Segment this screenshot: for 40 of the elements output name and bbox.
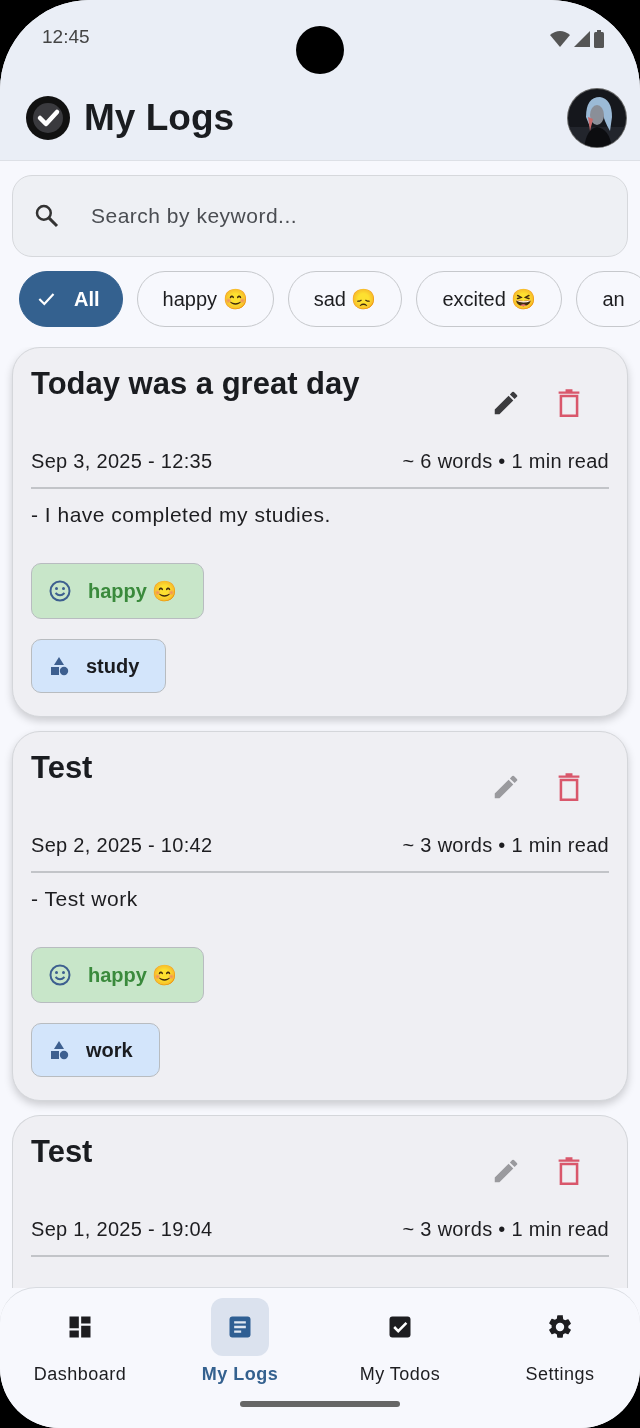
log-body: - I have completed my studies. (31, 503, 332, 527)
battery-icon (594, 30, 604, 48)
log-date: Sep 2, 2025 - 10:42 (31, 834, 213, 857)
camera-cutout (296, 26, 344, 74)
log-card[interactable]: Test Sep 2, 2025 - 10:42 ~ 3 words • 1 min read - Test work happy 😊 work (12, 731, 628, 1101)
filter-chip[interactable]: happy 😊 (136, 271, 274, 327)
status-time: 12:45 (42, 26, 90, 48)
log-card[interactable]: Today was a great day Sep 3, 2025 - 12:35 ~ 6 words • 1 min read - I have completed my studies. happy 😊 study (12, 347, 628, 717)
mood-tag: happy 😊 (31, 563, 205, 619)
nav-item[interactable]: My Logs (160, 1298, 320, 1385)
log-date: Sep 1, 2025 - 19:04 (31, 1218, 213, 1241)
nav-item[interactable]: My Todos (320, 1298, 480, 1385)
log-card[interactable]: Test Sep 1, 2025 - 19:04 ~ 3 words • 1 min read (12, 1115, 628, 1288)
log-stats: ~ 6 words • 1 min read (402, 450, 609, 473)
log-title: Test (31, 1134, 93, 1170)
log-title: Test (31, 750, 93, 786)
mood-tag: happy 😊 (31, 947, 205, 1003)
log-stats: ~ 3 words • 1 min read (402, 1218, 609, 1241)
category-tag: study (31, 639, 167, 693)
nav-item[interactable]: Dashboard (0, 1298, 160, 1385)
page-title: My Logs (84, 97, 236, 139)
log-body: - Test work (31, 887, 139, 911)
wifi-icon (550, 31, 570, 47)
log-stats: ~ 3 words • 1 min read (402, 834, 609, 857)
shapes-icon (48, 655, 70, 677)
filter-chip[interactable]: sad 😞 (287, 271, 403, 327)
settings-icon (546, 1313, 574, 1341)
filter-chip[interactable]: an (576, 271, 640, 327)
signal-icon (574, 31, 590, 47)
check-logo-icon (26, 96, 70, 140)
filter-chip[interactable]: excited 😆 (416, 271, 563, 327)
log-title: Today was a great day (31, 366, 360, 402)
shapes-icon (48, 1039, 70, 1061)
category-tag: work (31, 1023, 160, 1077)
nav-item[interactable]: Settings (480, 1298, 640, 1385)
search-field[interactable]: Search by keyword... (12, 175, 628, 257)
smiley-icon (48, 963, 72, 987)
log-date: Sep 3, 2025 - 12:35 (31, 450, 213, 473)
filter-chip[interactable]: All (19, 271, 123, 327)
smiley-icon (48, 579, 72, 603)
